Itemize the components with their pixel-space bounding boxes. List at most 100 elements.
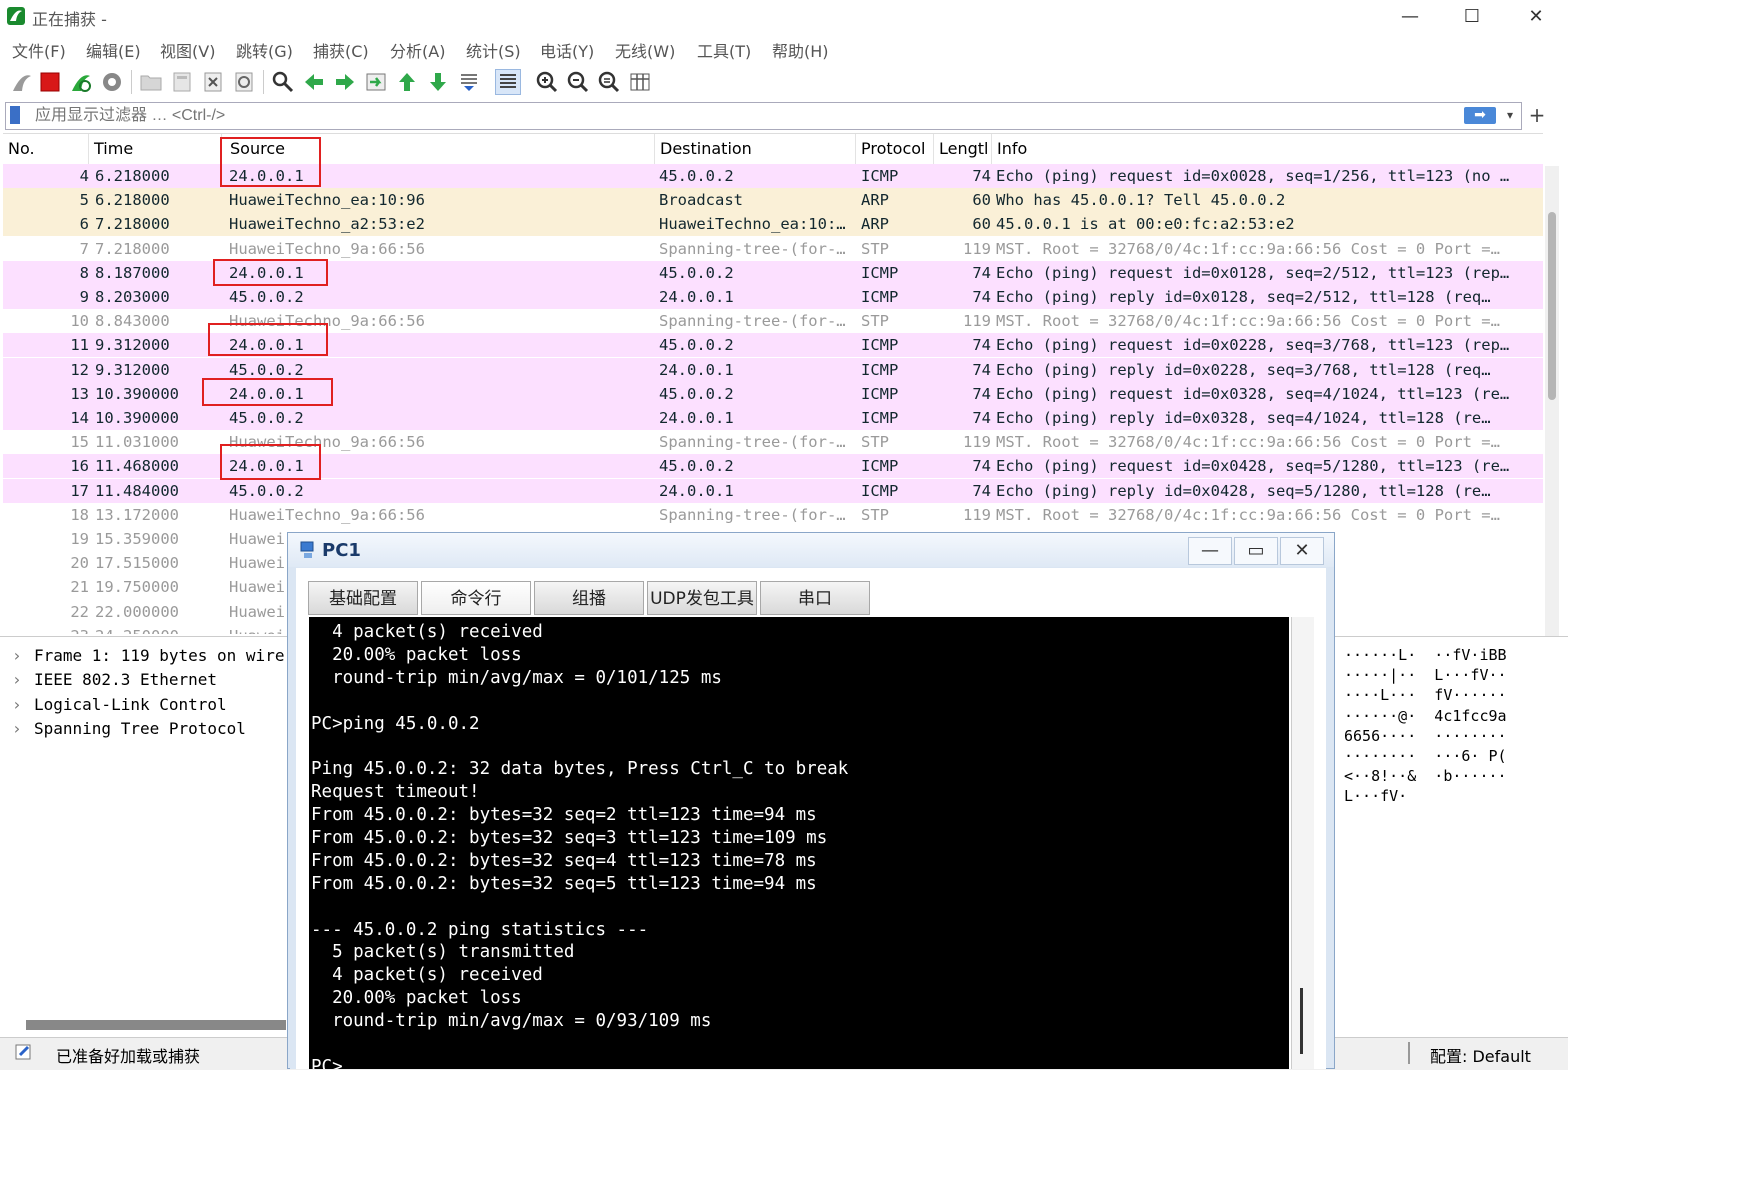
packet-row[interactable]: 7 7.218000 HuaweiTechno_9a:66:56 Spanning-t…	[3, 236, 1543, 261]
packet-no: 17	[70, 481, 89, 500]
find-packet-icon[interactable]	[271, 70, 295, 94]
packet-row[interactable]: 17 11.484000 45.0.0.2 24.0.0.1 ICMP 74 Echo (p…	[3, 478, 1543, 503]
command-line-terminal[interactable]: 4 packet(s) received 20.00% packet loss …	[309, 617, 1289, 1069]
packet-destination: 45.0.0.2	[659, 457, 734, 476]
packet-destination: Broadcast	[659, 191, 743, 210]
maximize-button[interactable]: ☐	[1450, 4, 1494, 30]
packet-source: HuaweiTechno_a2:53:e2	[229, 215, 425, 234]
menu-item[interactable]: 文件(F)	[12, 38, 66, 62]
packet-time: 19.750000	[95, 578, 179, 597]
packet-destination: Spanning-tree-(for-…	[659, 312, 846, 331]
configuration-profile[interactable]: 配置: Default	[1430, 1043, 1531, 1067]
packet-length: 74	[972, 288, 991, 306]
minimize-button[interactable]: —	[1388, 4, 1432, 30]
pc1-tab[interactable]: 组播	[534, 581, 644, 615]
expand-chevron-icon[interactable]: ›	[12, 670, 34, 689]
packet-info: Echo (ping) request id=0x0128, seq=2/512…	[996, 263, 1510, 282]
go-back-icon[interactable]	[302, 70, 326, 94]
filter-bookmark-icon[interactable]	[10, 106, 20, 124]
detail-tree-item[interactable]: › Frame 1: 119 bytes on wire	[12, 646, 284, 665]
column-header-time[interactable]: Time	[89, 134, 222, 164]
filter-history-dropdown-icon[interactable]: ▾	[1502, 104, 1518, 126]
zoom-out-icon[interactable]	[566, 70, 590, 94]
packet-time: 11.031000	[95, 433, 179, 452]
terminal-line: Request timeout!	[311, 782, 480, 803]
pc1-tab[interactable]: 基础配置	[308, 581, 418, 615]
packet-protocol: ICMP	[861, 457, 899, 476]
menu-item[interactable]: 电话(Y)	[540, 38, 594, 62]
pc1-close-button[interactable]: ✕	[1280, 537, 1324, 565]
open-file-icon[interactable]	[139, 70, 163, 94]
resize-columns-icon[interactable]	[628, 70, 652, 94]
packet-no: 6	[79, 215, 89, 234]
terminal-scroll-thumb[interactable]	[1300, 988, 1303, 1054]
expand-chevron-icon[interactable]: ›	[12, 646, 34, 665]
packet-length: 74	[972, 481, 991, 500]
expand-chevron-icon[interactable]: ›	[12, 719, 34, 738]
packet-row[interactable]: 14 10.390000 45.0.0.2 24.0.0.1 ICMP 74 Echo (p…	[3, 406, 1543, 430]
detail-tree-item[interactable]: › IEEE 802.3 Ethernet	[12, 670, 217, 689]
stop-capture-icon[interactable]	[38, 70, 62, 94]
close-button[interactable]: ✕	[1514, 4, 1558, 30]
menu-item[interactable]: 工具(T)	[697, 38, 751, 62]
start-capture-icon[interactable]	[10, 70, 34, 94]
column-header-destination[interactable]: Destination	[655, 134, 856, 164]
pc1-tab[interactable]: 串口	[760, 581, 870, 615]
column-header-length[interactable]: Lengtl	[934, 134, 992, 164]
reload-file-icon[interactable]	[232, 70, 256, 94]
menu-item[interactable]: 分析(A)	[390, 38, 445, 62]
go-forward-icon[interactable]	[333, 70, 357, 94]
menu-item[interactable]: 统计(S)	[466, 38, 521, 62]
packet-list-scroll-thumb[interactable]	[1548, 212, 1556, 400]
column-header-info[interactable]: Info	[992, 134, 1543, 164]
detail-tree-item[interactable]: › Logical-Link Control	[12, 695, 227, 714]
display-filter-input[interactable]	[33, 104, 1437, 128]
colorize-icon[interactable]	[495, 69, 521, 95]
restart-capture-icon[interactable]	[69, 70, 93, 94]
details-horizontal-scrollbar[interactable]	[26, 1020, 286, 1030]
packet-length: 119	[963, 505, 991, 524]
packet-no: 21	[70, 578, 89, 597]
packet-row[interactable]: 5 6.218000 HuaweiTechno_ea:10:96 Broadcast A…	[3, 188, 1543, 213]
packet-no: 22	[70, 602, 89, 621]
close-file-icon[interactable]	[201, 70, 225, 94]
packet-destination: Spanning-tree-(for-…	[659, 239, 846, 258]
zoom-normal-icon[interactable]	[597, 70, 621, 94]
detail-tree-item[interactable]: › Spanning Tree Protocol	[12, 719, 246, 738]
add-filter-button-icon[interactable]: +	[1527, 102, 1547, 128]
terminal-line: From 45.0.0.2: bytes=32 seq=3 ttl=123 ti…	[311, 828, 828, 849]
pc1-tab[interactable]: 命令行	[421, 581, 531, 615]
terminal-line: 5 packet(s) transmitted	[311, 942, 575, 963]
menu-item[interactable]: 帮助(H)	[772, 38, 829, 62]
column-header-no[interactable]: No.	[3, 134, 89, 164]
packet-row[interactable]: 9 8.203000 45.0.0.2 24.0.0.1 ICMP 74 Echo (pin…	[3, 285, 1543, 309]
pc1-tab[interactable]: UDP发包工具	[647, 581, 757, 615]
autoscroll-icon[interactable]	[457, 70, 481, 94]
pc1-minimize-button[interactable]: —	[1188, 537, 1232, 565]
expert-info-icon[interactable]	[14, 1043, 34, 1061]
window-title: 正在捕获 -	[32, 10, 107, 29]
first-packet-icon[interactable]	[395, 70, 419, 94]
capture-options-icon[interactable]	[100, 70, 124, 94]
menu-item[interactable]: 编辑(E)	[86, 38, 141, 62]
terminal-line: From 45.0.0.2: bytes=32 seq=4 ttl=123 ti…	[311, 850, 817, 871]
save-file-icon[interactable]	[170, 70, 194, 94]
packet-row[interactable]: 6 7.218000 HuaweiTechno_a2:53:e2 HuaweiTech…	[3, 212, 1543, 237]
pc1-title-bar[interactable]	[288, 533, 1334, 567]
column-header-protocol[interactable]: Protocol	[856, 134, 934, 164]
menu-item[interactable]: 跳转(G)	[236, 38, 293, 62]
menu-item[interactable]: 捕获(C)	[313, 38, 369, 62]
packet-row[interactable]: 18 13.172000 HuaweiTechno_9a:66:56 Spanning…	[3, 502, 1543, 527]
last-packet-icon[interactable]	[426, 70, 450, 94]
menu-item[interactable]: 无线(W)	[615, 38, 675, 62]
packet-time: 8.203000	[95, 288, 170, 306]
apply-filter-arrow-icon[interactable]: ➡	[1464, 107, 1496, 124]
packet-destination: 24.0.0.1	[659, 288, 734, 306]
packet-info: Echo (ping) request id=0x0428, seq=5/128…	[996, 457, 1510, 476]
bytes-ascii-line: ····L··· fV······	[1344, 686, 1507, 705]
go-to-packet-icon[interactable]	[364, 70, 388, 94]
zoom-in-icon[interactable]	[535, 70, 559, 94]
menu-item[interactable]: 视图(V)	[160, 38, 215, 62]
expand-chevron-icon[interactable]: ›	[12, 695, 34, 714]
pc1-maximize-button[interactable]: ▭	[1234, 537, 1278, 565]
